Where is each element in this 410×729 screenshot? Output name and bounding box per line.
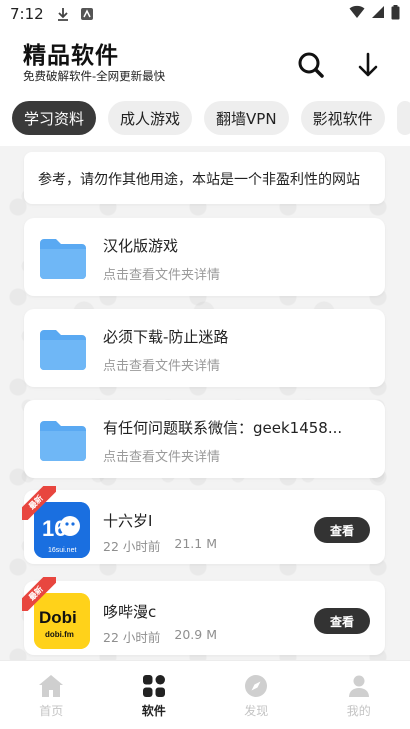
folder-icon xyxy=(40,421,86,461)
folder-title: 汉化版游戏 xyxy=(103,237,179,255)
notice-text: 参考，请勿作其他用途，本站是一个非盈利性的网站 xyxy=(38,172,360,188)
app-file-size: 21.1 M xyxy=(174,536,217,551)
new-badge: 最新 xyxy=(22,486,56,520)
svg-text:dobi.fm: dobi.fm xyxy=(45,630,74,639)
download-button[interactable] xyxy=(353,50,383,80)
folder-card[interactable]: 必须下载-防止迷路 点击查看文件夹详情 xyxy=(24,309,385,387)
app-card[interactable]: 最新 16 16sui.net 十六岁I 22 小时前 21.1 M 查看 xyxy=(22,486,385,564)
svg-text:16sui.net: 16sui.net xyxy=(48,547,76,554)
notice-banner: 参考，请勿作其他用途，本站是一个非盈利性的网站 xyxy=(24,152,385,204)
compass-icon xyxy=(245,675,268,697)
app-meta: 22 小时前 20.9 M xyxy=(103,627,217,646)
screen: 7:12 精品软件 免费破解软件-全网更新最快 学习资料 成人游戏 翻墙VPN … xyxy=(0,0,410,729)
app-updated-time: 22 小时前 xyxy=(103,539,161,554)
folder-title: 有任何问题联系微信：geek1458... xyxy=(103,419,343,437)
person-icon xyxy=(348,675,369,697)
tab-study-materials[interactable]: 学习资料 xyxy=(12,101,97,135)
tab-adult-games[interactable]: 成人游戏 xyxy=(108,101,193,135)
status-bar: 7:12 xyxy=(0,0,410,28)
nav-home-label: 首页 xyxy=(39,704,64,718)
category-tabs: 学习资料 成人游戏 翻墙VPN 影视软件 xyxy=(0,90,410,146)
view-button[interactable]: 查看 xyxy=(314,517,370,543)
home-icon xyxy=(39,675,64,697)
nav-software-label: 软件 xyxy=(141,704,166,718)
tab-vpn[interactable]: 翻墙VPN xyxy=(204,101,289,135)
page-title: 精品软件 xyxy=(23,43,119,69)
arrow-down-icon xyxy=(358,52,378,77)
nav-profile[interactable]: 我的 xyxy=(308,661,410,729)
search-icon xyxy=(298,52,324,78)
nav-discover[interactable]: 发现 xyxy=(205,661,308,729)
app-name: 十六岁I xyxy=(103,512,153,530)
search-button[interactable] xyxy=(296,50,326,80)
nav-discover-label: 发现 xyxy=(244,704,269,718)
app-name: 哆哔漫c xyxy=(103,603,157,621)
wifi-icon xyxy=(349,5,365,23)
folder-icon xyxy=(40,239,86,279)
app-updated-time: 22 小时前 xyxy=(103,630,161,645)
folder-subtitle: 点击查看文件夹详情 xyxy=(103,450,221,465)
app-meta: 22 小时前 21.1 M xyxy=(103,536,217,555)
folder-title: 必须下载-防止迷路 xyxy=(103,328,229,346)
nav-home[interactable]: 首页 xyxy=(0,661,103,729)
new-badge: 最新 xyxy=(22,577,56,611)
folder-icon xyxy=(40,330,86,370)
nav-profile-label: 我的 xyxy=(346,704,371,718)
app-header: 精品软件 免费破解软件-全网更新最快 xyxy=(0,28,410,90)
view-button[interactable]: 查看 xyxy=(314,608,370,634)
battery-icon xyxy=(391,4,400,24)
folder-card[interactable]: 有任何问题联系微信：geek1458... 点击查看文件夹详情 xyxy=(24,400,385,478)
signal-icon xyxy=(371,5,385,23)
status-time: 7:12 xyxy=(10,5,44,23)
tab-video-apps[interactable]: 影视软件 xyxy=(300,101,385,135)
folder-subtitle: 点击查看文件夹详情 xyxy=(103,268,221,283)
bottom-navigation: 首页 软件 发现 我的 xyxy=(0,660,410,729)
download-notification-icon xyxy=(56,7,70,21)
app-card[interactable]: 最新 Dobi dobi.fm 哆哔漫c 22 小时前 20.9 M 查看 xyxy=(22,577,385,655)
apps-grid-icon xyxy=(142,675,165,697)
page-subtitle: 免费破解软件-全网更新最快 xyxy=(23,69,166,83)
nav-software[interactable]: 软件 xyxy=(103,661,206,729)
folder-subtitle: 点击查看文件夹详情 xyxy=(103,359,221,374)
tab-more-partial[interactable] xyxy=(396,101,410,135)
app-file-size: 20.9 M xyxy=(174,627,217,642)
folder-card[interactable]: 汉化版游戏 点击查看文件夹详情 xyxy=(24,218,385,296)
app-notification-icon xyxy=(80,7,94,21)
